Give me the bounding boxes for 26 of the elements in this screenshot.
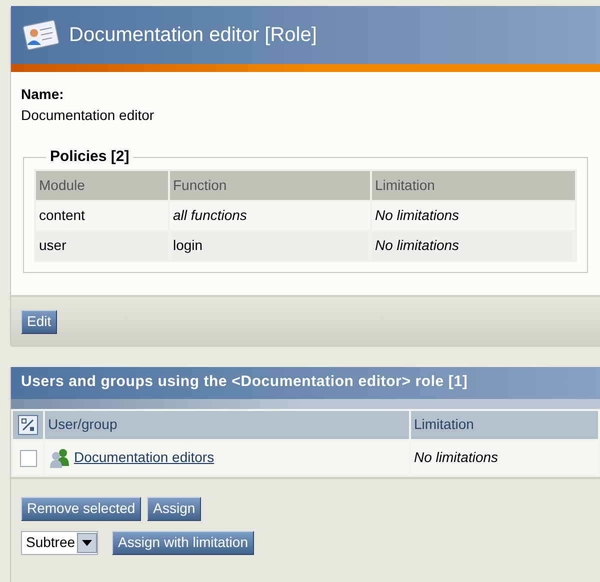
column-header: Limitation [411, 410, 598, 438]
row-checkbox[interactable] [20, 450, 36, 467]
field-value: Documentation editor [21, 106, 156, 125]
column-header: User/group [45, 410, 409, 438]
panel-title: Users and groups using the <Documentation editor> role [1] [21, 372, 468, 392]
table-cell-text: user [38, 236, 68, 255]
table-cell-text: login [172, 236, 204, 255]
column-header: Module [36, 170, 168, 200]
fieldset-legend: Policies [2] [46, 146, 134, 168]
action-button[interactable]: Edit [21, 310, 58, 334]
group-link[interactable]: Documentation editors [74, 447, 214, 468]
column-header: Function [170, 170, 370, 200]
panel-title: Documentation editor [Role] [69, 23, 317, 48]
scope-dropdown[interactable]: Subtree [21, 530, 98, 554]
field-label: Name: [21, 85, 65, 104]
toggle-selection-icon[interactable] [18, 414, 38, 434]
action-button[interactable]: Assign with limitation [112, 530, 254, 554]
user-group-icon [48, 448, 70, 468]
column-header: Limitation [372, 170, 575, 200]
action-button[interactable]: Remove selected [21, 496, 142, 520]
action-button[interactable]: Assign [147, 496, 202, 520]
table-cell-text: all functions [172, 206, 248, 225]
table-cell-text: No limitations [413, 448, 500, 467]
table-cell-text: No limitations [374, 236, 460, 255]
table-cell-text: content [38, 206, 86, 225]
table-cell-text: No limitations [374, 206, 460, 225]
